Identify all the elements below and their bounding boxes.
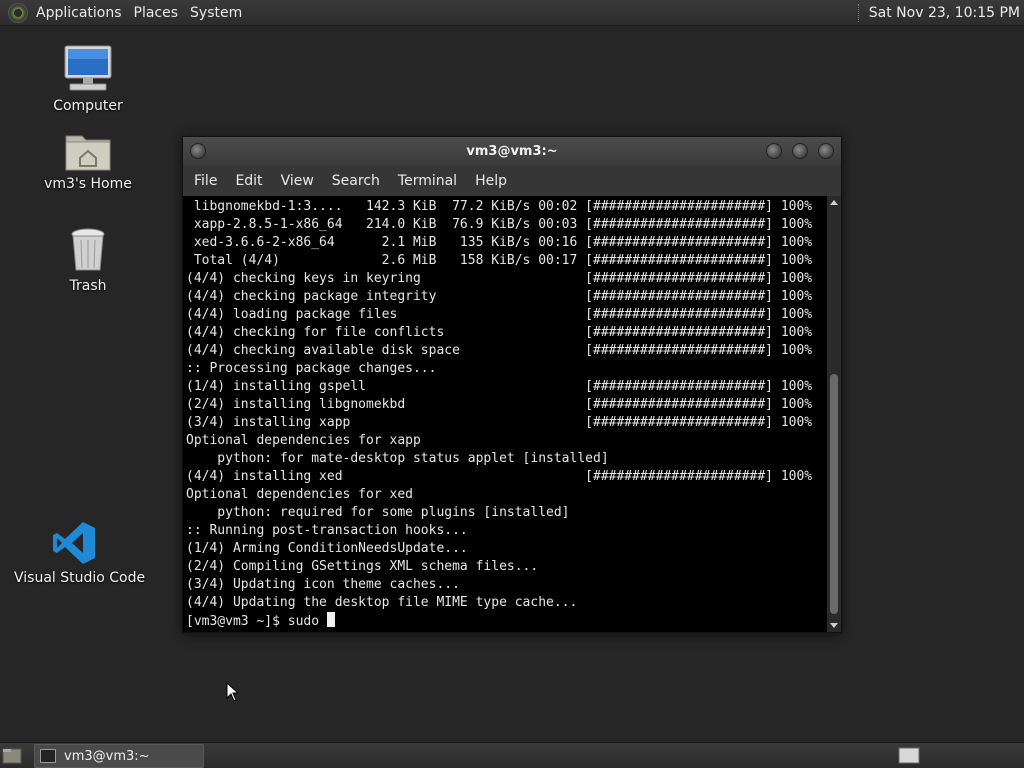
text-cursor: [326, 612, 335, 627]
window-title: vm3@vm3:~: [466, 144, 558, 159]
terminal-line: :: Processing package changes...: [186, 361, 437, 376]
terminal-line: :: Running post-transaction hooks...: [186, 523, 468, 538]
close-button[interactable]: [818, 143, 834, 159]
trash-icon: [71, 228, 105, 271]
menu-applications[interactable]: Applications: [30, 5, 128, 21]
terminal-scrollbar[interactable]: [827, 196, 841, 632]
terminal-line: (3/4) installing xapp [#################…: [186, 415, 813, 430]
menu-system[interactable]: System: [184, 5, 248, 21]
terminal-output[interactable]: libgnomekbd-1:3.... 142.3 KiB 77.2 KiB/s…: [183, 196, 827, 632]
window-titlebar[interactable]: vm3@vm3:~: [183, 137, 841, 166]
show-desktop-icon[interactable]: [2, 747, 22, 764]
clock[interactable]: Sat Nov 23, 10:15 PM: [869, 5, 1024, 21]
terminal-line: xapp-2.8.5-1-x86_64 214.0 KiB 76.9 KiB/s…: [186, 217, 813, 232]
terminal-line: python: required for some plugins [insta…: [186, 505, 570, 520]
terminal-line: (2/4) installing libgnomekbd [##########…: [186, 397, 813, 412]
desktop-icon-label: Visual Studio Code: [14, 570, 146, 586]
terminal-line: libgnomekbd-1:3.... 142.3 KiB 77.2 KiB/s…: [186, 199, 813, 214]
window-menu-icon[interactable]: [190, 143, 206, 159]
terminal-prompt[interactable]: [vm3@vm3 ~]$ sudo: [186, 614, 327, 629]
terminal-menubar: File Edit View Search Terminal Help: [183, 166, 841, 196]
taskbar-terminal-button[interactable]: vm3@vm3:~: [34, 744, 204, 768]
vscode-icon: [53, 522, 95, 564]
terminal-line: (4/4) Updating the desktop file MIME typ…: [186, 595, 578, 610]
mouse-pointer-icon: [226, 682, 238, 702]
taskbar-terminal-label: vm3@vm3:~: [64, 748, 150, 764]
desktop-icon-home[interactable]: vm3's Home: [38, 128, 138, 192]
terminal-line: (4/4) checking for file conflicts [#####…: [186, 325, 813, 340]
terminal-line: (1/4) Arming ConditionNeedsUpdate...: [186, 541, 468, 556]
menu-terminal[interactable]: Terminal: [389, 173, 466, 189]
distro-logo-icon[interactable]: [8, 2, 28, 23]
desktop-icon-trash[interactable]: Trash: [48, 226, 128, 294]
menu-file[interactable]: File: [185, 173, 226, 189]
scroll-down-arrow-icon[interactable]: [830, 623, 838, 628]
top-panel: Applications Places System Sat Nov 23, 1…: [0, 0, 1024, 26]
terminal-line: python: for mate-desktop status applet […: [186, 451, 609, 466]
scroll-up-arrow-icon[interactable]: [830, 200, 838, 205]
panel-separator: [857, 3, 861, 22]
terminal-icon: [40, 749, 56, 763]
menu-search[interactable]: Search: [323, 173, 389, 189]
terminal-line: (4/4) checking keys in keyring [########…: [186, 271, 813, 286]
terminal-line: (4/4) checking available disk space [###…: [186, 343, 813, 358]
home-folder-icon: [65, 135, 111, 171]
terminal-window[interactable]: vm3@vm3:~ File Edit View Search Terminal…: [182, 136, 842, 633]
desktop-icon-computer[interactable]: Computer: [48, 44, 128, 114]
menu-view[interactable]: View: [272, 173, 323, 189]
desktop-icon-label: Trash: [69, 278, 107, 294]
desktop-icon-label: vm3's Home: [44, 176, 132, 192]
bottom-panel: vm3@vm3:~: [0, 742, 1024, 768]
maximize-button[interactable]: [792, 143, 808, 159]
workspace-switcher-icon[interactable]: [898, 747, 920, 764]
terminal-line: (3/4) Updating icon theme caches...: [186, 577, 460, 592]
minimize-button[interactable]: [766, 143, 782, 159]
menu-places[interactable]: Places: [128, 5, 185, 21]
menu-edit[interactable]: Edit: [226, 173, 271, 189]
terminal-line: (1/4) installing gspell [###############…: [186, 379, 813, 394]
terminal-line: Optional dependencies for xapp: [186, 433, 421, 448]
desktop-icon-vscode[interactable]: Visual Studio Code: [14, 520, 146, 586]
desktop-icon-label: Computer: [53, 98, 123, 114]
terminal-line: Total (4/4) 2.6 MiB 158 KiB/s 00:17 [###…: [186, 253, 813, 268]
terminal-line: Optional dependencies for xed: [186, 487, 413, 502]
menu-help[interactable]: Help: [466, 173, 516, 189]
terminal-line: (4/4) installing xed [##################…: [186, 469, 813, 484]
terminal-line: (2/4) Compiling GSettings XML schema fil…: [186, 559, 539, 574]
terminal-line: (4/4) loading package files [###########…: [186, 307, 813, 322]
computer-icon: [64, 45, 112, 91]
scrollbar-thumb[interactable]: [830, 374, 838, 614]
terminal-line: xed-3.6.6-2-x86_64 2.1 MiB 135 KiB/s 00:…: [186, 235, 813, 250]
terminal-line: (4/4) checking package integrity [######…: [186, 289, 813, 304]
